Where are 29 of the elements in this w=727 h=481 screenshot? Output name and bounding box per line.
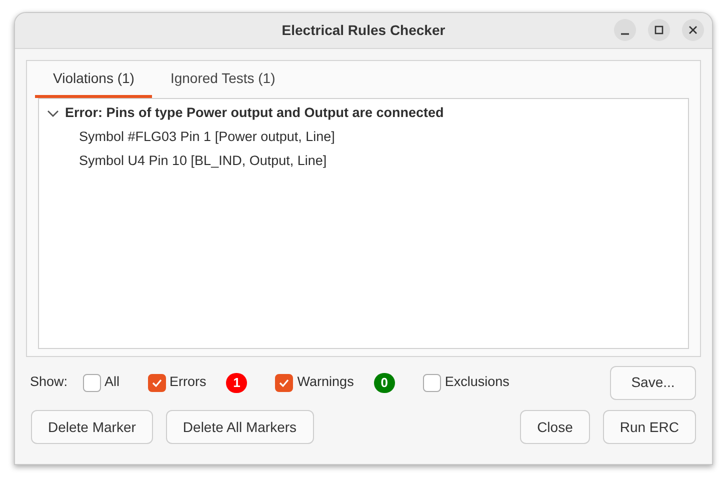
maximize-icon (654, 25, 664, 35)
violation-title[interactable]: Error: Pins of type Power output and Output are connected (65, 102, 444, 124)
minimize-icon (620, 33, 630, 35)
filter-label[interactable]: Exclusions (444, 372, 510, 393)
checkbox[interactable] (148, 374, 166, 392)
close-button[interactable] (682, 19, 704, 41)
violation-item[interactable]: Symbol #FLG03 Pin 1 [Power output, Line] (79, 126, 335, 148)
checkmark-icon (150, 376, 163, 388)
checkbox[interactable] (275, 374, 294, 392)
maximize-button[interactable] (648, 19, 670, 41)
window-title: Electrical Rules Checker (282, 21, 446, 40)
count-badge: 0 (374, 372, 395, 392)
minimize-button[interactable] (614, 19, 636, 41)
action-button[interactable]: Delete Marker (31, 410, 153, 444)
checkbox[interactable] (82, 374, 101, 392)
checkmark-icon (278, 376, 290, 388)
filter-label[interactable]: All (104, 372, 120, 393)
tab[interactable]: Ignored Tests (1) (152, 61, 294, 98)
violation-item[interactable]: Symbol U4 Pin 10 [BL_IND, Output, Line] (79, 150, 327, 172)
save-button[interactable]: Save... (610, 366, 696, 400)
count-badge: 1 (226, 372, 248, 392)
close-icon (688, 25, 698, 35)
show-label: Show: (30, 373, 68, 392)
action-button[interactable]: Run ERC (602, 410, 696, 444)
action-button[interactable]: Close (520, 410, 590, 444)
checkbox[interactable] (422, 374, 441, 392)
filter-label[interactable]: Errors (170, 372, 206, 393)
action-button[interactable]: Delete All Markers (166, 410, 314, 444)
filter-label[interactable]: Warnings (297, 372, 354, 393)
